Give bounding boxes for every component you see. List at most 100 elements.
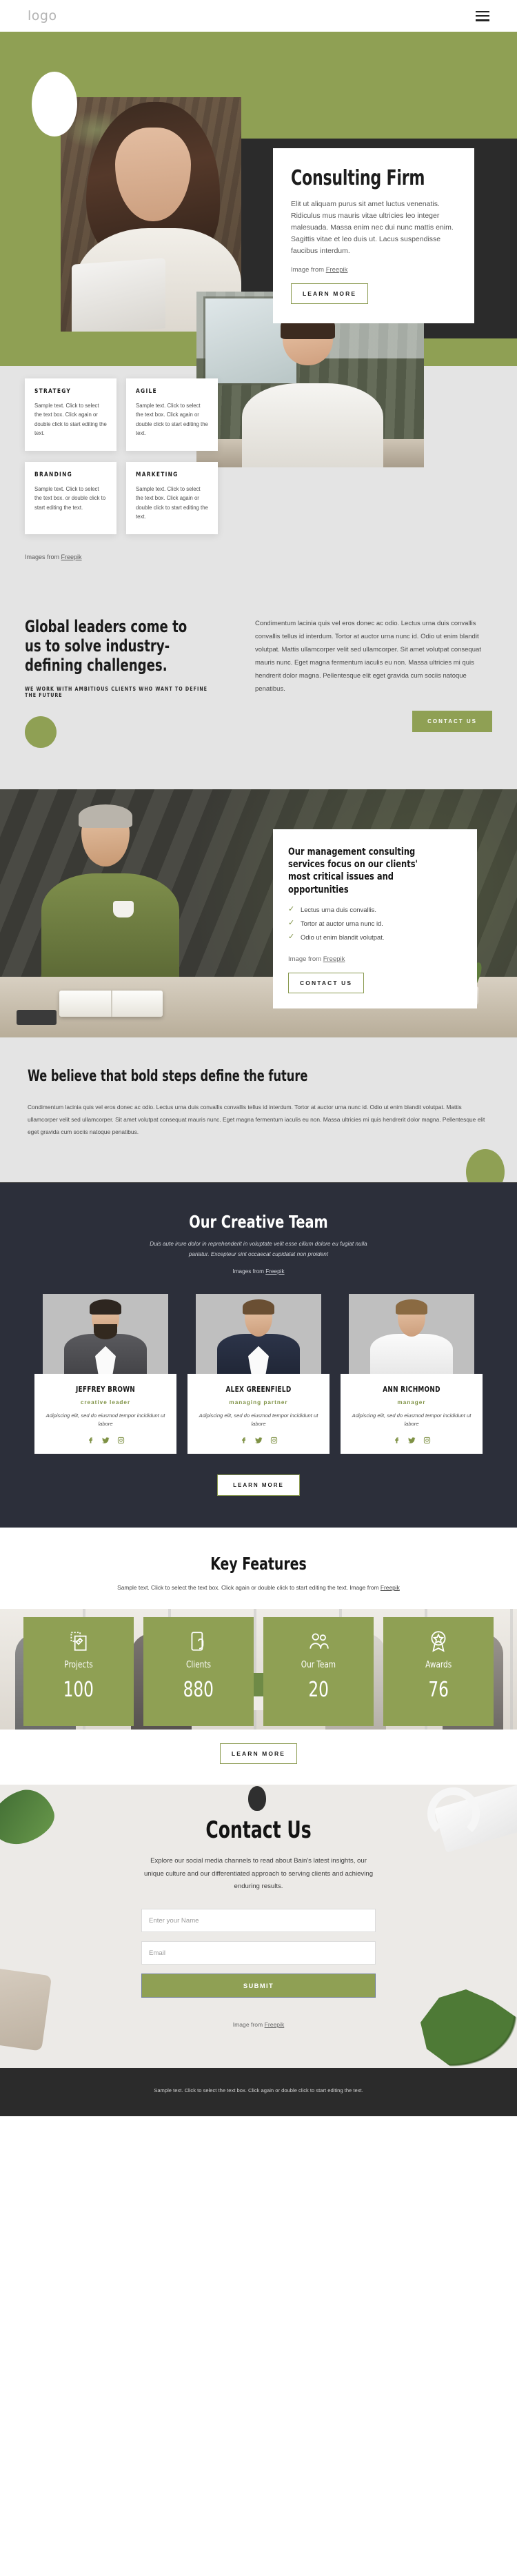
submit-button[interactable]: SUBMIT bbox=[141, 1974, 376, 1998]
service-card-text: Sample text. Click to select the text bo… bbox=[136, 486, 208, 520]
site-logo[interactable]: logo bbox=[28, 8, 57, 23]
management-bullet-list: ✓ Lectus urna duis convallis. ✓ Tortor at … bbox=[288, 904, 462, 947]
management-open-book bbox=[59, 991, 163, 1017]
stat-value: 100 bbox=[63, 1677, 94, 1702]
team-member-photo bbox=[349, 1293, 474, 1385]
service-card-title: STRATEGY bbox=[34, 388, 72, 395]
freepik-link[interactable]: Freepik bbox=[326, 266, 348, 274]
global-leaders-section: Global leaders come to us to solve indus… bbox=[0, 589, 517, 790]
credit-prefix: Image from bbox=[232, 2021, 265, 2029]
stat-label: Our Team bbox=[301, 1659, 336, 1670]
contact-title: Contact Us bbox=[205, 1816, 312, 1844]
leaders-left-column: Global leaders come to us to solve indus… bbox=[25, 617, 232, 749]
credit-prefix: Images from bbox=[232, 1268, 266, 1275]
management-image-credit: Image from Freepik bbox=[288, 955, 462, 963]
notebook-bottom-left bbox=[0, 1967, 52, 2051]
management-bullet-text: Lectus urna duis convallis. bbox=[301, 905, 376, 913]
key-features-subtitle-text: Sample text. Click to select the text bo… bbox=[117, 1583, 381, 1591]
team-member-name: JEFFREY BROWN bbox=[75, 1384, 136, 1394]
footer-text: Sample text. Click to select the text bo… bbox=[154, 2087, 363, 2094]
team-member-bio: Adipiscing elit, sed do eiusmod tempor i… bbox=[199, 1412, 318, 1428]
instagram-icon[interactable] bbox=[270, 1437, 278, 1444]
service-card-title: BRANDING bbox=[34, 471, 73, 478]
team-member-photo bbox=[196, 1293, 321, 1385]
facebook-icon[interactable] bbox=[240, 1437, 247, 1444]
credit-prefix: Image from bbox=[291, 266, 326, 274]
management-card: Our management consulting services focus… bbox=[273, 829, 477, 1008]
service-card-text: Sample text. Click to select the text bo… bbox=[136, 403, 208, 437]
facebook-icon[interactable] bbox=[393, 1437, 401, 1444]
facebook-icon[interactable] bbox=[87, 1437, 94, 1444]
team-member-info: JEFFREY BROWN creative leader Adipiscing… bbox=[34, 1373, 176, 1454]
freepik-link[interactable]: Freepik bbox=[265, 1268, 284, 1275]
leaders-eyebrow: WE WORK WITH AMBITIOUS CLIENTS WHO WANT … bbox=[25, 686, 208, 699]
bold-steps-section: We believe that bold steps define the fu… bbox=[0, 1037, 517, 1183]
service-card-branding[interactable]: BRANDING Sample text. Click to select th… bbox=[25, 462, 116, 534]
leaders-contact-us-button[interactable]: CONTACT US bbox=[412, 711, 492, 732]
team-member-socials bbox=[196, 1437, 321, 1444]
freepik-link[interactable]: Freepik bbox=[61, 554, 82, 560]
check-icon: ✓ bbox=[288, 904, 295, 913]
management-contact-us-button[interactable]: CONTACT US bbox=[288, 972, 365, 993]
award-badge-icon bbox=[427, 1630, 450, 1653]
stat-value: 880 bbox=[183, 1677, 214, 1702]
name-input[interactable] bbox=[141, 1909, 376, 1933]
management-bullet-text: Odio ut enim blandit volutpat. bbox=[301, 933, 385, 941]
stat-label: Awards bbox=[425, 1659, 452, 1670]
leaders-decorative-dot bbox=[25, 716, 57, 749]
team-member-photo bbox=[43, 1293, 168, 1385]
twitter-icon[interactable] bbox=[254, 1437, 263, 1444]
check-icon: ✓ bbox=[288, 918, 295, 927]
contact-subtitle: Explore our social media channels to rea… bbox=[143, 1856, 374, 1891]
freepik-link[interactable]: Freepik bbox=[323, 955, 345, 963]
site-footer: Sample text. Click to select the text bo… bbox=[0, 2068, 517, 2116]
key-features-subtitle: Sample text. Click to select the text bo… bbox=[93, 1583, 424, 1594]
hamburger-menu-icon[interactable] bbox=[476, 10, 489, 21]
team-member-role: manager bbox=[397, 1399, 426, 1406]
twitter-icon[interactable] bbox=[101, 1437, 110, 1444]
key-features-learn-more-button[interactable]: LEARN MORE bbox=[219, 1743, 298, 1764]
site-header: logo bbox=[0, 0, 517, 32]
monstera-leaf-bottom-right bbox=[420, 1989, 517, 2069]
service-card-strategy[interactable]: STRATEGY Sample text. Click to select th… bbox=[25, 378, 116, 451]
team-member-name: ANN RICHMOND bbox=[383, 1384, 440, 1394]
key-features-cta-wrap: LEARN MORE bbox=[0, 1729, 517, 1785]
instagram-icon[interactable] bbox=[117, 1437, 125, 1444]
team-member-card[interactable]: JEFFREY BROWN creative leader Adipiscing… bbox=[34, 1293, 176, 1454]
service-card-title: AGILE bbox=[136, 388, 157, 395]
email-input[interactable] bbox=[141, 1941, 376, 1965]
hero-decorative-circle bbox=[32, 72, 77, 136]
leaders-body-text: Condimentum lacinia quis vel eros donec … bbox=[255, 620, 481, 693]
hero-image-credit: Image from Freepik bbox=[291, 266, 456, 274]
team-member-card[interactable]: ANN RICHMOND manager Adipiscing elit, se… bbox=[341, 1293, 483, 1454]
team-subtitle: Duis aute irure dolor in reprehenderit i… bbox=[150, 1241, 367, 1257]
stat-card-awards: Awards 76 bbox=[383, 1616, 494, 1726]
service-card-title: MARKETING bbox=[136, 471, 179, 478]
stat-value: 76 bbox=[428, 1677, 449, 1702]
service-card-marketing[interactable]: MARKETING Sample text. Click to select t… bbox=[126, 462, 218, 534]
team-title: Our Creative Team bbox=[189, 1212, 328, 1233]
service-card-text: Sample text. Click to select the text bo… bbox=[34, 403, 107, 437]
twitter-icon[interactable] bbox=[407, 1437, 416, 1444]
team-image-credit: Images from Freepik bbox=[0, 1268, 517, 1275]
bold-steps-title: We believe that bold steps define the fu… bbox=[28, 1068, 308, 1086]
hero-learn-more-button[interactable]: LEARN MORE bbox=[291, 283, 369, 305]
service-card-agile[interactable]: AGILE Sample text. Click to select the t… bbox=[126, 378, 218, 451]
freepik-link[interactable]: Freepik bbox=[381, 1584, 400, 1591]
management-tablet bbox=[17, 1010, 57, 1026]
check-icon: ✓ bbox=[288, 932, 295, 941]
team-member-role: managing partner bbox=[229, 1399, 288, 1406]
freepik-link[interactable]: Freepik bbox=[265, 2021, 285, 2028]
service-card-text: Sample text. Click to select the text bo… bbox=[34, 486, 106, 511]
team-member-bio: Adipiscing elit, sed do eiusmod tempor i… bbox=[352, 1412, 472, 1428]
instagram-icon[interactable] bbox=[423, 1437, 431, 1444]
team-member-card[interactable]: ALEX GREENFIELD managing partner Adipisc… bbox=[187, 1293, 330, 1454]
team-member-name: ALEX GREENFIELD bbox=[225, 1384, 292, 1394]
hero-body-text: Elit ut aliquam purus sit amet luctus ve… bbox=[291, 200, 454, 256]
stats-banner: Projects 100 Clients 880 Our Team 20 Awa… bbox=[0, 1608, 517, 1730]
credit-prefix: Images from bbox=[25, 554, 61, 560]
services-card-grid: STRATEGY Sample text. Click to select th… bbox=[25, 366, 218, 534]
management-bullet-item: ✓ Odio ut enim blandit volutpat. bbox=[288, 933, 462, 947]
team-learn-more-button[interactable]: LEARN MORE bbox=[217, 1474, 300, 1496]
team-member-info: ANN RICHMOND manager Adipiscing elit, se… bbox=[341, 1373, 483, 1454]
